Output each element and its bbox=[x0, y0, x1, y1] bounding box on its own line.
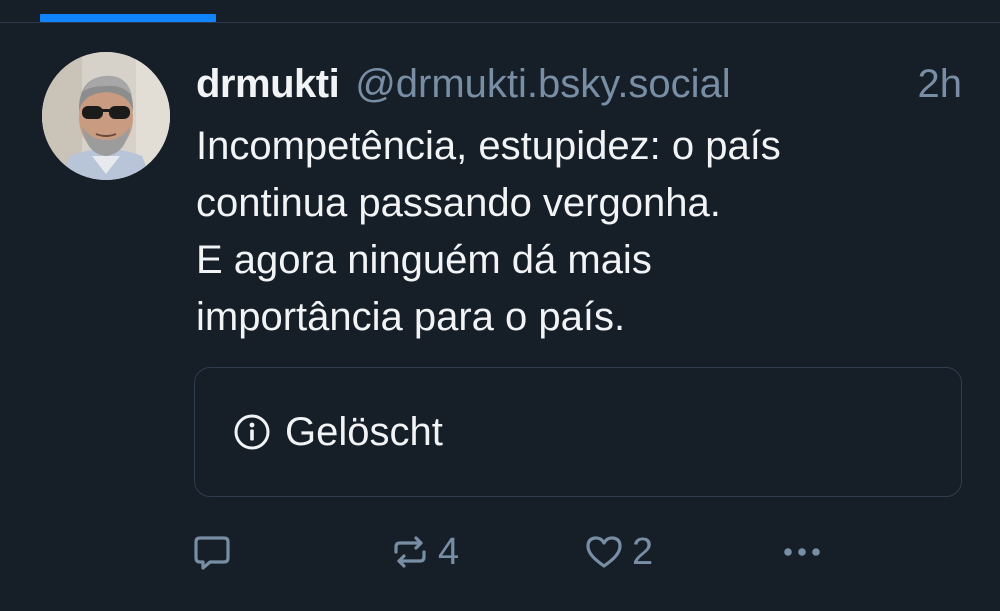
speech-bubble-icon bbox=[192, 532, 232, 572]
author-display-name[interactable]: drmukti bbox=[196, 62, 340, 107]
repost-arrows-icon bbox=[390, 532, 430, 572]
like-button[interactable]: 2 bbox=[584, 528, 653, 576]
ellipsis-icon bbox=[780, 532, 824, 572]
quoted-post-embed[interactable]: Gelöscht bbox=[194, 367, 962, 497]
post-timestamp[interactable]: 2h bbox=[918, 58, 963, 110]
post-view: drmukti @drmukti.bsky.social 2h Incompet… bbox=[0, 0, 1000, 611]
heart-icon bbox=[584, 532, 624, 572]
post-text: Incompetência, estupidez: o país continu… bbox=[196, 118, 956, 346]
avatar-photo bbox=[42, 52, 170, 180]
repost-button[interactable]: 4 bbox=[390, 528, 459, 576]
info-circle-icon bbox=[233, 413, 271, 451]
post-text-line: Incompetência, estupidez: o país bbox=[196, 124, 781, 168]
post-text-line: E agora ninguém dá mais bbox=[196, 238, 652, 282]
reply-button[interactable] bbox=[192, 528, 232, 576]
post-text-line: importância para o país. bbox=[196, 295, 626, 339]
header-divider bbox=[0, 22, 1000, 23]
author-handle[interactable]: @drmukti.bsky.social bbox=[355, 62, 731, 107]
embed-status-label: Gelöscht bbox=[285, 409, 443, 454]
post-text-line: continua passando vergonha. bbox=[196, 181, 721, 225]
post-author[interactable]: drmukti @drmukti.bsky.social bbox=[196, 58, 731, 110]
active-tab-indicator bbox=[40, 14, 216, 22]
avatar[interactable] bbox=[42, 52, 170, 180]
more-options-button[interactable] bbox=[780, 528, 824, 576]
like-count: 2 bbox=[632, 530, 654, 573]
post-actions: 4 2 bbox=[192, 528, 842, 576]
repost-count: 4 bbox=[438, 530, 460, 573]
